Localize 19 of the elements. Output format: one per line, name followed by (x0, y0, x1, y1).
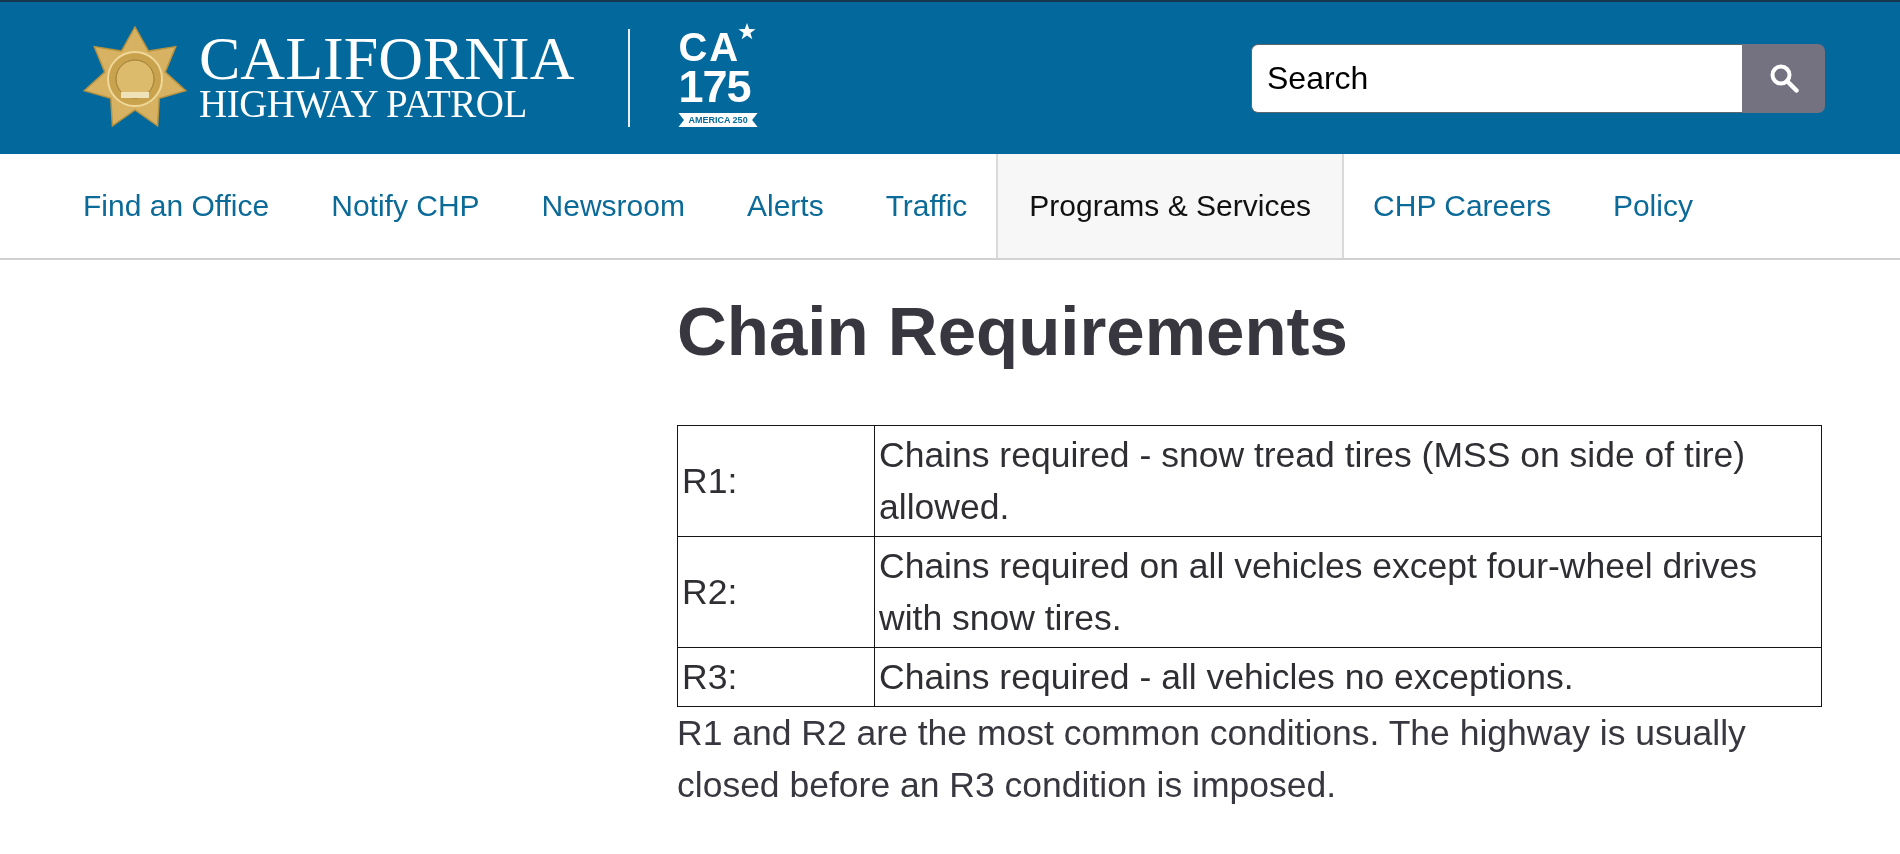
description-cell: Chains required - all vehicles no exceptions. (874, 647, 1822, 707)
search-field[interactable]: Search (1251, 43, 1742, 113)
star-badge-icon[interactable] (81, 26, 189, 130)
description-cell: Chains required on all vehicles except four-wheel drives with snow tires. (874, 536, 1822, 648)
code-cell: R2: (677, 536, 875, 648)
logo-subtitle: HIGHWAY PATROL (199, 84, 528, 124)
search-icon (1768, 63, 1799, 93)
nav-tab[interactable]: Programs & Services (996, 154, 1345, 258)
description-cell: Chains required - snow tread tires (MSS on side of tire) allowed. (874, 425, 1822, 537)
note-text: R1 and R2 are the most common conditions. The highway is usually closed before an R3 condition is imposed. (677, 712, 1747, 807)
logo-number: 175 (678, 65, 751, 109)
star-icon (738, 23, 757, 40)
anniversary-ribbon: AMERICA 250 (678, 113, 758, 127)
search-button[interactable] (1742, 43, 1825, 113)
logo-title: CALIFORNIA (199, 32, 575, 84)
logo-letters: CA (678, 29, 741, 65)
code-cell: R3: (677, 647, 875, 707)
page-title: Chain Requirements (677, 292, 1349, 372)
code-cell: R1: (677, 425, 875, 537)
